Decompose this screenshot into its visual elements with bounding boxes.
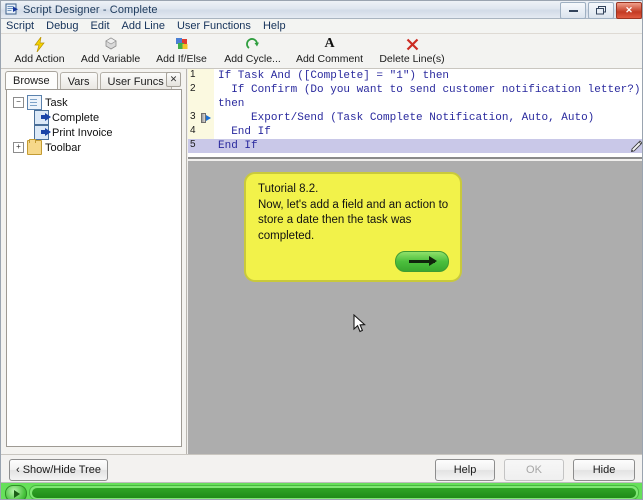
tutorial-balloon: Tutorial 8.2. Now, let's add a field and…: [244, 172, 462, 282]
toolbar: Add Action Add Variable Add If/Else Add …: [1, 34, 642, 70]
app-icon: [5, 3, 19, 16]
add-comment-label: Add Comment: [295, 53, 364, 65]
tree-item-task-label: Task: [45, 96, 68, 109]
line-marker-area[interactable]: [200, 139, 214, 153]
code-line-text: If Task And ([Complete] = "1") then: [214, 69, 642, 83]
delete-lines-button[interactable]: Delete Line(s): [371, 34, 453, 70]
add-cycle-button[interactable]: Add Cycle...: [217, 34, 288, 70]
script-icon: [34, 110, 51, 125]
folder-icon: [27, 139, 42, 155]
code-line-text: Export/Send (Task Complete Notification,…: [214, 111, 642, 125]
show-hide-tree-button[interactable]: ‹ Show/Hide Tree: [9, 459, 108, 481]
left-panel: Browse Vars User Funcs ✕ − Task Complete…: [1, 69, 187, 454]
tree-item-task[interactable]: − Task: [13, 95, 181, 110]
code-line[interactable]: 1 If Task And ([Complete] = "1") then: [188, 69, 642, 83]
line-marker-area[interactable]: [200, 125, 214, 139]
panel-close-icon[interactable]: ✕: [166, 72, 181, 87]
window-title: Script Designer - Complete: [23, 3, 158, 16]
line-number: 2: [188, 83, 200, 111]
loop-arrow-icon: [244, 36, 262, 52]
tree-item-toolbar[interactable]: + Toolbar: [13, 139, 181, 155]
menu-item-debug[interactable]: Debug: [46, 20, 85, 32]
tab-vars[interactable]: Vars: [59, 72, 98, 90]
ok-button: OK: [504, 459, 564, 481]
lightning-bolt-icon: [31, 36, 49, 52]
tree-item-complete-label: Complete: [52, 111, 100, 124]
add-action-button[interactable]: Add Action: [4, 34, 75, 70]
script-tree[interactable]: − Task Complete Print Invoice + Toolbar: [6, 89, 182, 447]
code-line-text: End If: [214, 139, 642, 153]
progress-track[interactable]: [29, 485, 639, 499]
menu-item-help[interactable]: Help: [263, 20, 293, 32]
close-button[interactable]: ✕: [616, 2, 642, 19]
letter-a-icon: A: [324, 36, 335, 51]
code-editor[interactable]: 1 If Task And ([Complete] = "1") then 2 …: [188, 69, 642, 159]
window-controls: ✕: [560, 2, 642, 19]
line-number: 4: [188, 125, 200, 139]
menu-item-user-functions[interactable]: User Functions: [177, 20, 258, 32]
expander-collapse-icon[interactable]: −: [13, 97, 24, 108]
play-icon[interactable]: [5, 485, 27, 499]
menu-item-add-line[interactable]: Add Line: [122, 20, 172, 32]
line-marker-area[interactable]: [200, 69, 214, 83]
add-variable-label: Add Variable: [80, 53, 141, 65]
code-line[interactable]: 2 If Confirm (Do you want to send custom…: [188, 83, 642, 111]
restore-button[interactable]: [588, 2, 614, 19]
expander-expand-icon[interactable]: +: [13, 142, 24, 153]
menu-bar: Script Debug Edit Add Line User Function…: [1, 19, 642, 34]
line-number: 5: [188, 139, 200, 153]
line-marker-area[interactable]: [200, 83, 214, 111]
minimize-button[interactable]: [560, 2, 586, 19]
document-icon: [27, 95, 42, 110]
progress-fill: [32, 488, 636, 498]
design-canvas[interactable]: Tutorial 8.2. Now, let's add a field and…: [188, 161, 642, 454]
tab-browse[interactable]: Browse: [5, 71, 58, 90]
tree-item-print-invoice[interactable]: Print Invoice: [13, 125, 181, 140]
menu-item-script[interactable]: Script: [6, 20, 41, 32]
delete-lines-label: Delete Line(s): [379, 53, 445, 65]
tutorial-next-button[interactable]: [395, 251, 449, 272]
code-line[interactable]: 4 End If: [188, 125, 642, 139]
title-bar: Script Designer - Complete ✕: [1, 1, 642, 19]
add-cycle-label: Add Cycle...: [224, 53, 281, 65]
add-if-else-button[interactable]: Add If/Else: [146, 34, 217, 70]
hide-button[interactable]: Hide: [573, 459, 635, 481]
line-marker-area[interactable]: [200, 111, 214, 125]
add-if-else-label: Add If/Else: [156, 53, 207, 65]
mouse-cursor: [353, 313, 367, 334]
cube-icon: [102, 36, 120, 52]
tutorial-progress-bar: [1, 482, 642, 499]
code-line-text: If Confirm (Do you want to send customer…: [214, 83, 642, 111]
help-button[interactable]: Help: [435, 459, 495, 481]
tree-item-toolbar-label: Toolbar: [45, 141, 82, 154]
add-variable-button[interactable]: Add Variable: [75, 34, 146, 70]
line-number: 3: [188, 111, 200, 125]
breakpoint-arrow-icon[interactable]: [201, 113, 212, 123]
code-line-selected[interactable]: 5 End If: [188, 139, 642, 153]
add-comment-button[interactable]: A Add Comment: [288, 34, 371, 70]
add-action-label: Add Action: [14, 53, 65, 65]
tree-item-complete[interactable]: Complete: [13, 110, 181, 125]
pencil-icon[interactable]: [630, 140, 642, 153]
code-line-text: End If: [214, 125, 642, 139]
tab-user-funcs[interactable]: User Funcs: [99, 72, 172, 90]
menu-item-edit[interactable]: Edit: [91, 20, 117, 32]
tutorial-text: Tutorial 8.2. Now, let's add a field and…: [258, 183, 449, 242]
line-number: 1: [188, 69, 200, 83]
right-arrow-icon: [409, 256, 437, 266]
red-x-icon: [403, 36, 421, 52]
code-line[interactable]: 3 Export/Send (Task Complete Notificatio…: [188, 111, 642, 125]
left-panel-tabs: Browse Vars User Funcs: [1, 71, 187, 90]
bottom-button-bar: ‹ Show/Hide Tree Help OK Hide: [1, 454, 642, 482]
script-designer-window: Script Designer - Complete ✕ Script Debu…: [0, 0, 643, 500]
tree-item-print-invoice-label: Print Invoice: [52, 126, 113, 139]
branch-icon: [173, 36, 191, 52]
script-icon: [34, 125, 51, 140]
